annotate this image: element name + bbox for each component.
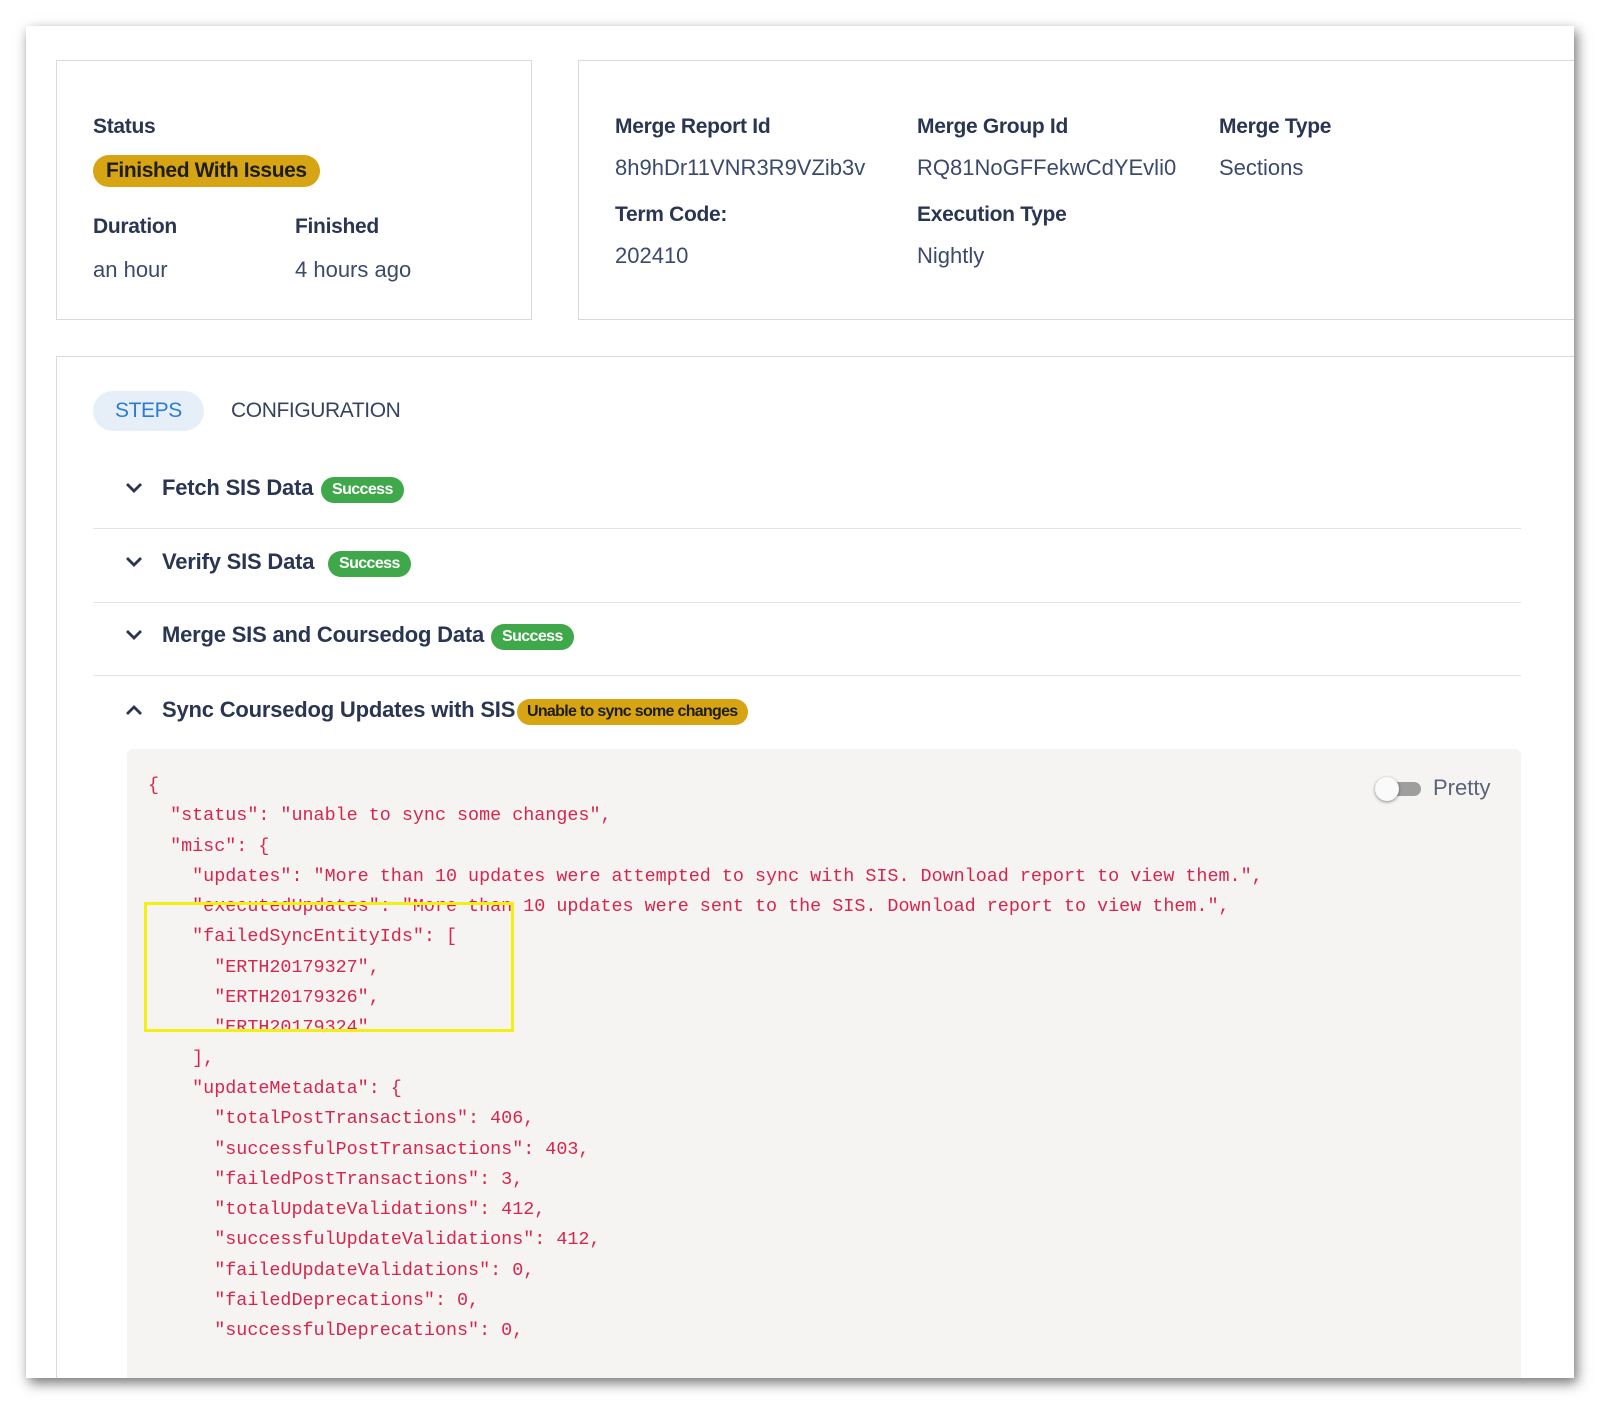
pretty-toggle[interactable] bbox=[1375, 777, 1423, 801]
status-label: Status bbox=[93, 115, 156, 138]
pretty-label: Pretty bbox=[1433, 775, 1491, 800]
merge-report-id-label: Merge Report Id bbox=[615, 115, 771, 138]
step-verify-sis-data[interactable]: Verify SIS Data Success bbox=[93, 529, 1521, 603]
json-output-panel: { "status": "unable to sync some changes… bbox=[127, 749, 1521, 1378]
toggle-knob bbox=[1375, 777, 1399, 801]
code-line: "updateMetadata": { bbox=[148, 1077, 402, 1099]
code-line: ], bbox=[148, 1047, 215, 1069]
code-line: "failedUpdateValidations": 0, bbox=[148, 1259, 535, 1281]
step-fetch-sis-data[interactable]: Fetch SIS Data Success bbox=[93, 455, 1521, 529]
execution-type-label: Execution Type bbox=[917, 203, 1067, 226]
duration-label: Duration bbox=[93, 215, 177, 238]
step-title: Sync Coursedog Updates with SIS bbox=[162, 697, 516, 722]
warning-badge: Unable to sync some changes bbox=[517, 699, 748, 725]
chevron-down-icon[interactable] bbox=[123, 551, 145, 573]
code-line: "successfulPostTransactions": 403, bbox=[148, 1138, 590, 1160]
code-line: "failedDeprecations": 0, bbox=[148, 1290, 480, 1312]
step-title: Fetch SIS Data bbox=[162, 475, 314, 500]
step-sync-updates[interactable]: Sync Coursedog Updates with SIS Unable t… bbox=[93, 677, 1521, 751]
execution-type-value: Nightly bbox=[917, 243, 985, 268]
merge-info-card: Merge Report Id 8h9hDr11VNR3R9VZib3v Mer… bbox=[578, 60, 1574, 320]
status-badge: Success bbox=[491, 624, 574, 650]
finished-label: Finished bbox=[295, 215, 379, 238]
step-merge-data[interactable]: Merge SIS and Coursedog Data Success bbox=[93, 602, 1521, 676]
status-card: Status Finished With Issues Duration an … bbox=[56, 60, 532, 320]
code-line: "failedPostTransactions": 3, bbox=[148, 1168, 524, 1190]
finished-value: 4 hours ago bbox=[295, 257, 412, 282]
code-line: "totalPostTransactions": 406, bbox=[148, 1108, 535, 1130]
step-title: Verify SIS Data bbox=[162, 549, 315, 574]
code-line: { bbox=[148, 775, 160, 796]
chevron-down-icon[interactable] bbox=[123, 477, 145, 499]
app-window: Status Finished With Issues Duration an … bbox=[26, 26, 1574, 1378]
tab-steps[interactable]: STEPS bbox=[93, 391, 204, 431]
code-line: "successfulUpdateValidations": 412, bbox=[148, 1229, 601, 1251]
tab-configuration[interactable]: CONFIGURATION bbox=[231, 391, 401, 431]
json-code: { "status": "unable to sync some changes… bbox=[148, 771, 1263, 1347]
chevron-up-icon[interactable] bbox=[123, 699, 145, 721]
merge-type-label: Merge Type bbox=[1219, 115, 1332, 138]
code-line: "totalUpdateValidations": 412, bbox=[148, 1199, 546, 1221]
merge-group-id-value: RQ81NoGFFekwCdYEvli0 bbox=[917, 155, 1177, 180]
term-code-value: 202410 bbox=[615, 243, 689, 268]
term-code-label: Term Code: bbox=[615, 203, 728, 226]
steps-card: STEPS CONFIGURATION Fetch SIS Data Succe… bbox=[56, 356, 1574, 1378]
highlight-box bbox=[144, 902, 514, 1032]
merge-group-id-label: Merge Group Id bbox=[917, 115, 1068, 138]
code-line: "successfulDeprecations": 0, bbox=[148, 1320, 524, 1342]
status-badge: Success bbox=[321, 477, 404, 503]
merge-type-value: Sections bbox=[1219, 155, 1304, 180]
code-line: "updates": "More than 10 updates were at… bbox=[148, 865, 1263, 887]
duration-value: an hour bbox=[93, 257, 168, 282]
chevron-down-icon[interactable] bbox=[123, 624, 145, 646]
code-line: "status": "unable to sync some changes", bbox=[148, 805, 612, 827]
step-title: Merge SIS and Coursedog Data bbox=[162, 622, 485, 647]
merge-report-id-value: 8h9hDr11VNR3R9VZib3v bbox=[615, 155, 866, 180]
code-line: "misc": { bbox=[148, 835, 270, 857]
status-badge: Finished With Issues bbox=[93, 155, 320, 187]
status-badge: Success bbox=[328, 551, 411, 577]
